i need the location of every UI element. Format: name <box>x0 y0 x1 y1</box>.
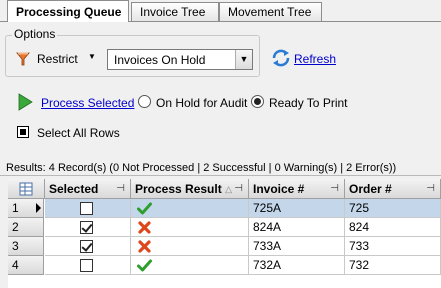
row-number: 3 <box>12 239 19 253</box>
pin-icon[interactable]: ⊣ <box>116 179 125 198</box>
column-header-selected-label: Selected <box>49 182 99 196</box>
row-header[interactable]: 2 <box>8 218 44 237</box>
refresh-link[interactable]: Refresh <box>294 52 336 66</box>
selected-cell[interactable] <box>45 218 131 237</box>
row-select-checkbox[interactable] <box>80 259 93 272</box>
checkmark-icon <box>137 259 152 272</box>
select-all-label[interactable]: Select All Rows <box>37 126 120 140</box>
row-select-checkbox[interactable] <box>80 221 93 234</box>
selected-cell[interactable] <box>45 237 131 256</box>
ready-to-print-radio[interactable] <box>251 95 264 108</box>
column-header-invoice-label: Invoice # <box>253 182 305 196</box>
tab-invoice-tree[interactable]: Invoice Tree <box>131 2 219 22</box>
refresh-icon[interactable] <box>270 47 292 69</box>
selected-cell[interactable] <box>45 199 131 218</box>
tab-bar: Processing Queue Invoice Tree Movement T… <box>0 0 441 22</box>
process-result-cell <box>131 237 249 256</box>
table-row[interactable]: 4 732A 732 <box>8 256 441 275</box>
order-cell: 732 <box>345 256 441 275</box>
chevron-down-icon[interactable]: ▼ <box>235 50 252 69</box>
tab-processing-queue[interactable]: Processing Queue <box>7 0 129 22</box>
row-number: 1 <box>12 201 19 215</box>
invoice-cell: 824A <box>249 218 345 237</box>
error-x-icon <box>138 221 151 234</box>
column-header-selected[interactable]: Selected ⊣ <box>45 179 131 199</box>
table-row[interactable]: 2 824A 824 <box>8 218 441 237</box>
results-summary: Results: 4 Record(s) (0 Not Processed | … <box>6 162 397 174</box>
process-result-cell <box>131 218 249 237</box>
filter-combo-value: Invoices On Hold <box>114 53 206 67</box>
ready-to-print-radio-label[interactable]: Ready To Print <box>269 96 348 110</box>
filter-icon[interactable] <box>15 51 31 67</box>
filter-combo[interactable]: Invoices On Hold ▼ <box>107 49 253 70</box>
column-chooser-icon <box>19 182 33 196</box>
on-hold-radio[interactable] <box>138 95 151 108</box>
on-hold-radio-label[interactable]: On Hold for Audit <box>156 96 247 110</box>
selected-cell[interactable] <box>45 256 131 275</box>
row-header[interactable]: 4 <box>8 256 44 275</box>
column-header-order-label: Order # <box>349 182 392 196</box>
row-number: 2 <box>12 220 19 234</box>
column-header-process-result[interactable]: Process Result △ ⊣ <box>131 179 249 199</box>
checkmark-icon <box>137 202 152 215</box>
row-number: 4 <box>12 258 19 272</box>
column-header-invoice[interactable]: Invoice # ⊣ <box>249 179 345 199</box>
results-grid: Selected ⊣ Process Result △ ⊣ Invoice # … <box>8 179 441 288</box>
column-header-process-result-label: Process Result <box>135 182 222 196</box>
order-cell: 725 <box>345 199 441 218</box>
pin-icon[interactable]: ⊣ <box>330 179 339 198</box>
restrict-label[interactable]: Restrict <box>37 52 78 66</box>
invoice-cell: 732A <box>249 256 345 275</box>
table-row[interactable]: 3 733A 733 <box>8 237 441 256</box>
column-header-order[interactable]: Order # ⊣ <box>345 179 441 199</box>
order-cell: 733 <box>345 237 441 256</box>
sort-icon: △ <box>225 184 232 194</box>
row-header[interactable]: 1 <box>8 199 44 218</box>
play-icon[interactable] <box>16 93 34 111</box>
process-selected-link[interactable]: Process Selected <box>41 96 134 110</box>
results-divider <box>0 175 441 176</box>
column-chooser-button[interactable] <box>8 179 45 199</box>
tab-movement-tree[interactable]: Movement Tree <box>219 2 322 22</box>
pin-icon[interactable]: ⊣ <box>234 179 243 198</box>
current-row-pointer-icon <box>36 203 41 213</box>
error-x-icon <box>138 240 151 253</box>
invoice-cell: 725A <box>249 199 345 218</box>
select-all-checkbox[interactable] <box>17 126 29 138</box>
processing-window: Processing Queue Invoice Tree Movement T… <box>0 0 441 288</box>
pin-icon[interactable]: ⊣ <box>426 179 435 198</box>
process-result-cell <box>131 199 249 218</box>
row-select-checkbox[interactable] <box>80 202 93 215</box>
invoice-cell: 733A <box>249 237 345 256</box>
row-select-checkbox[interactable] <box>80 240 93 253</box>
restrict-dropdown-arrow-icon[interactable]: ▼ <box>88 52 96 61</box>
options-group-label: Options <box>12 27 58 41</box>
row-header[interactable]: 3 <box>8 237 44 256</box>
table-row[interactable]: 1 725A 725 <box>8 199 441 218</box>
order-cell: 824 <box>345 218 441 237</box>
process-result-cell <box>131 256 249 275</box>
